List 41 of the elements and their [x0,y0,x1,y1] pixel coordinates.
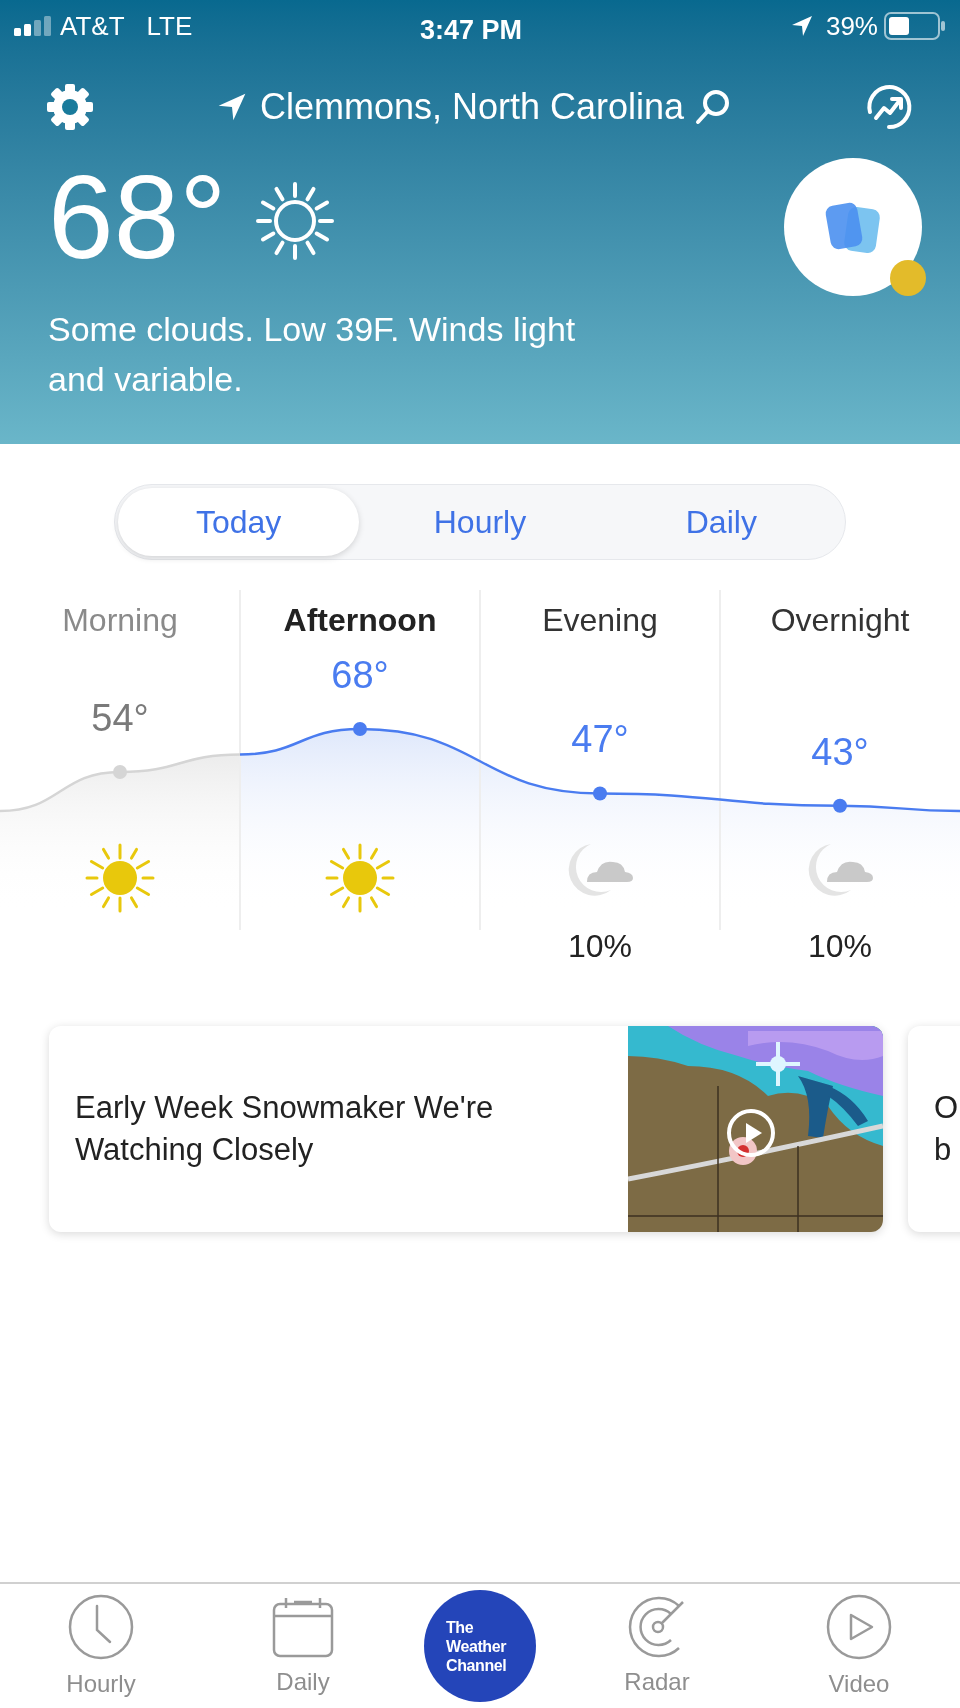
video-title: Early Week Snowmaker We're Watching Closely [74,1089,495,1169]
segment-tab[interactable]: Today [118,488,360,556]
video-icon [826,1594,892,1660]
sun-icon [85,843,155,913]
calendar-icon [272,1596,334,1658]
period-temperature: 68° [331,653,389,697]
tab-bar-item[interactable]: Hourly [0,1590,202,1702]
video-title: O [934,1089,959,1127]
battery-icon [884,12,946,40]
radar-icon [627,1596,687,1658]
logo-button[interactable]: The Weather Channel [424,1590,536,1702]
location-button[interactable]: Clemmons, North Carolina [216,80,733,134]
settings-icon[interactable] [44,81,96,133]
current-temperature: 68° [48,158,227,276]
signal-icon [14,16,52,36]
period-temperature: 54° [91,695,149,740]
play-icon [726,1108,776,1158]
status-time: 3:47 PM [420,14,523,47]
network-type: LTE [146,9,193,43]
video-card[interactable]: Early Week Snowmaker We're Watching Closely [49,1026,883,1232]
period-label[interactable]: Morning [62,600,178,640]
period-temperature: 43° [811,729,869,774]
segment-tab[interactable]: Hourly [359,488,601,556]
video-card[interactable]: O b [908,1026,960,1232]
period-temperature: 47° [571,717,629,762]
precipitation-chance: 10% [567,927,632,966]
carrier-name: AT&T [60,9,125,43]
segment-tab[interactable]: Daily [600,488,842,556]
weather-description: Some clouds. Low 39F. Winds light and variable. [47,309,577,400]
period-label[interactable]: Overnight [770,600,910,640]
location-arrow-icon [216,91,248,123]
video-title: b [934,1131,952,1169]
battery-percentage: 39% [825,9,878,43]
tab-bar-item[interactable]: Video [758,1590,960,1702]
period-label[interactable]: Afternoon [283,600,437,640]
sun-icon [325,843,395,913]
precipitation-chance: 10% [807,927,872,966]
tab-bar-item[interactable]: Radar [556,1592,758,1700]
clock-icon [68,1594,134,1660]
period-label[interactable]: Evening [542,600,658,640]
tab-bar-item[interactable]: Daily [202,1592,404,1700]
